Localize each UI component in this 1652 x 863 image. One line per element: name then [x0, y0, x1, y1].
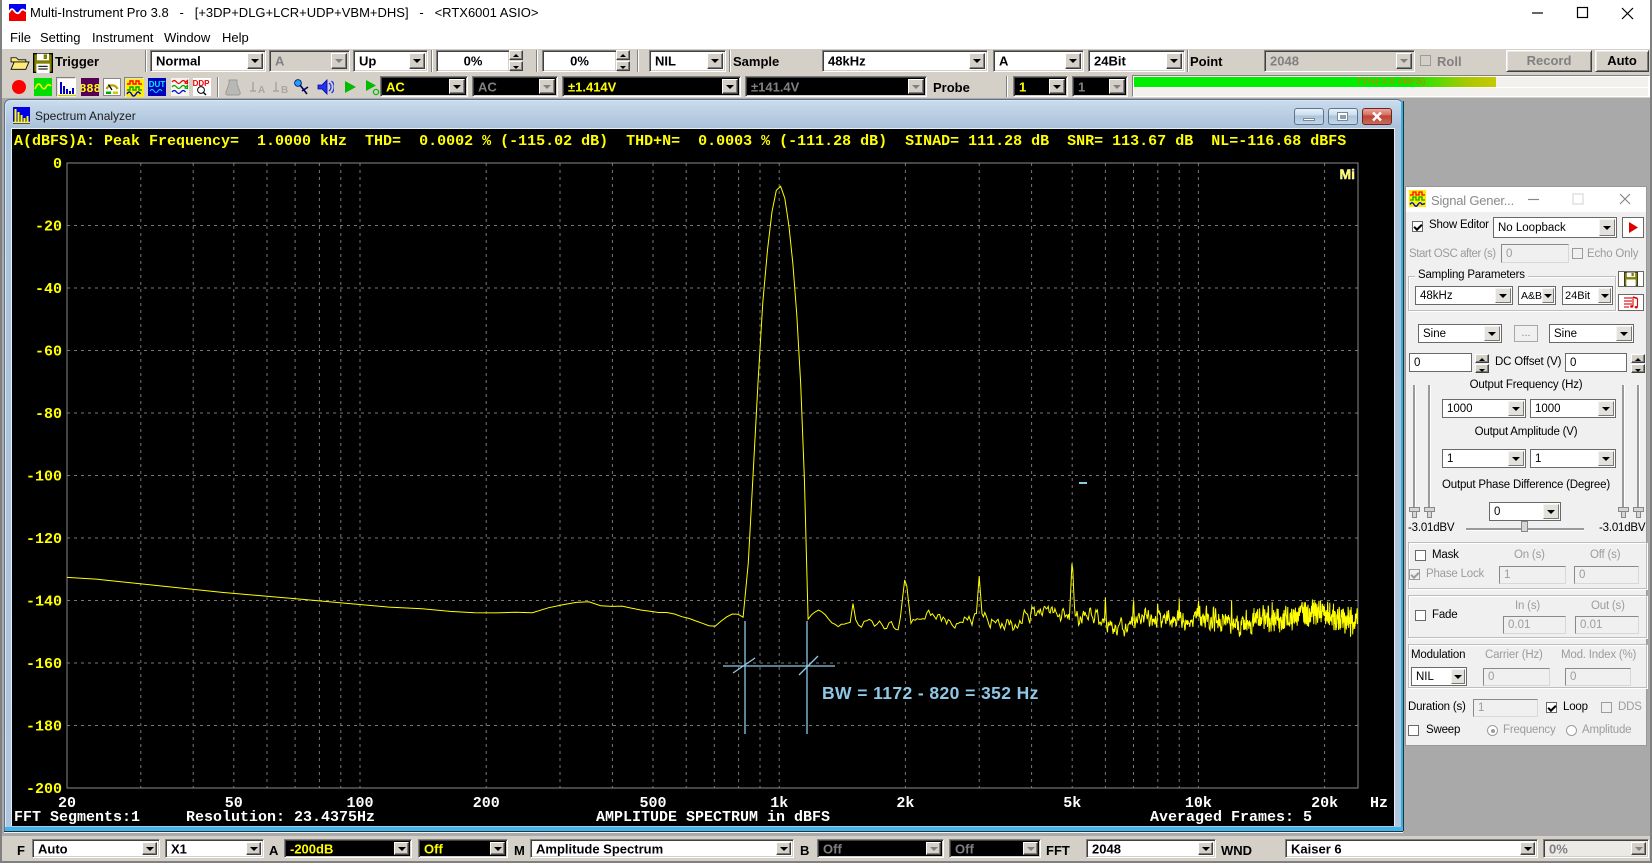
svg-text:-140: -140	[26, 594, 62, 611]
svg-text:-200: -200	[26, 781, 62, 798]
svg-text:BW = 1172 - 820 = 352 Hz: BW = 1172 - 820 = 352 Hz	[822, 683, 1039, 703]
svg-text:DUT: DUT	[149, 80, 166, 89]
svg-text:FFT Segments:1: FFT Segments:1	[14, 809, 140, 826]
svg-text:2k: 2k	[896, 795, 914, 812]
svg-text:-180: -180	[26, 719, 62, 736]
svg-text:Averaged Frames: 5: Averaged Frames: 5	[1150, 809, 1312, 826]
svg-text:-80: -80	[35, 406, 62, 423]
svg-text:-40: -40	[35, 281, 62, 298]
svg-text:888: 888	[81, 82, 99, 96]
svg-text:AMPLITUDE SPECTRUM in dBFS: AMPLITUDE SPECTRUM in dBFS	[596, 809, 830, 826]
svg-text:-100: -100	[26, 469, 62, 486]
svg-text:Hz: Hz	[1370, 795, 1388, 812]
svg-text:20k: 20k	[1311, 795, 1338, 812]
svg-text:200: 200	[473, 795, 500, 812]
svg-text:5k: 5k	[1063, 795, 1081, 812]
svg-text:B: B	[281, 85, 288, 96]
svg-text:-120: -120	[26, 531, 62, 548]
svg-text:-60: -60	[35, 344, 62, 361]
svg-text:Resolution: 23.4375Hz: Resolution: 23.4375Hz	[186, 809, 375, 826]
svg-text:A: A	[258, 85, 265, 96]
svg-text:0: 0	[53, 156, 62, 173]
svg-text:-160: -160	[26, 656, 62, 673]
svg-text:-20: -20	[35, 219, 62, 236]
svg-text:Mi: Mi	[1339, 166, 1355, 182]
